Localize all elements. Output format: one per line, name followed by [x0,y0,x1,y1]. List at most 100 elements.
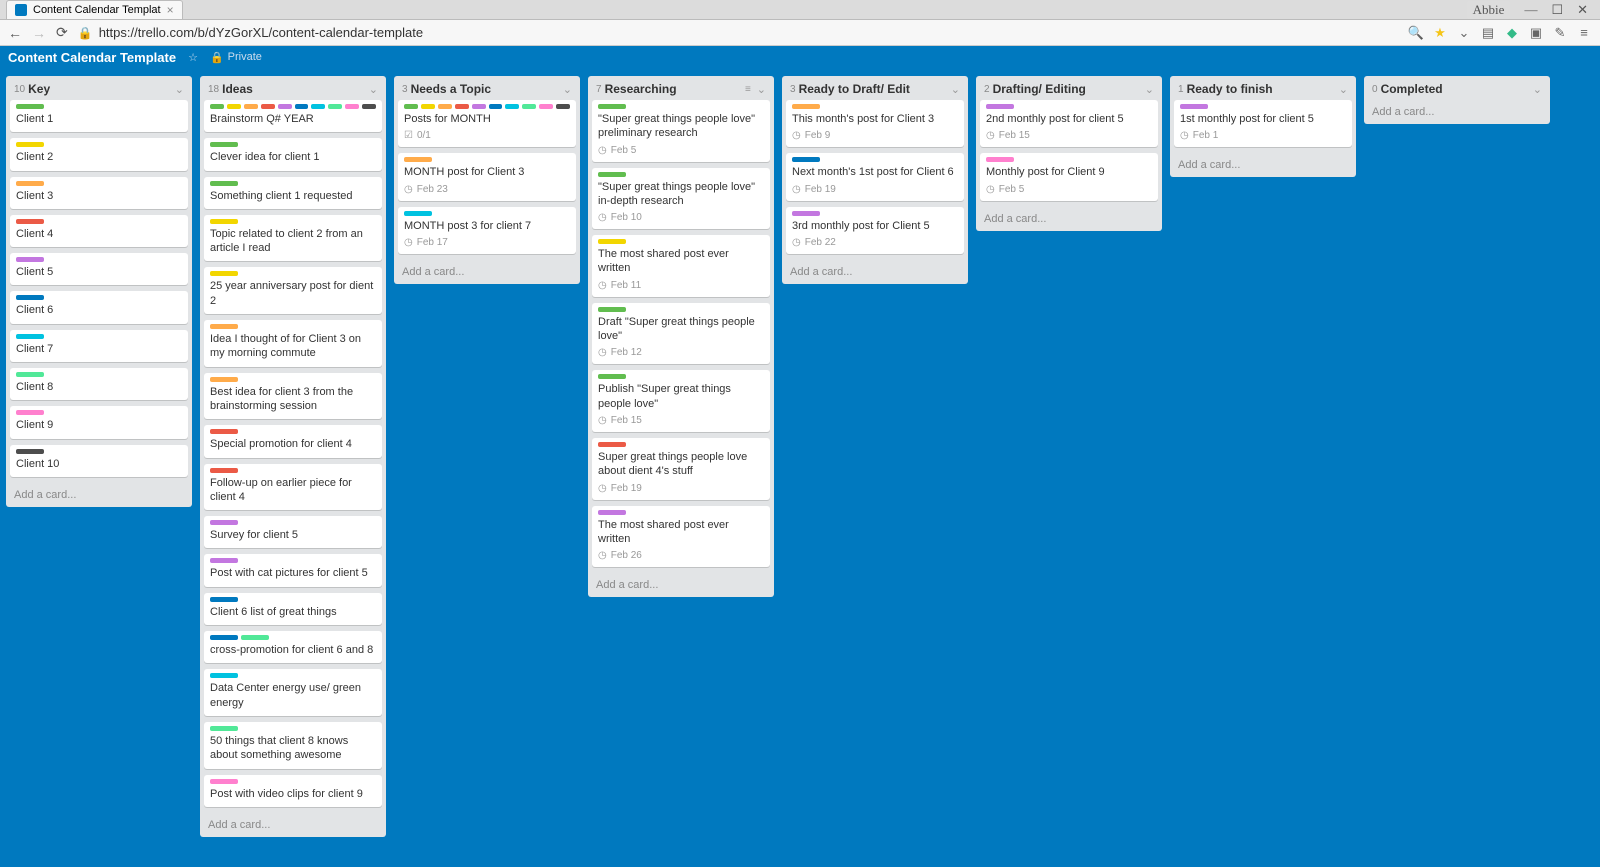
list-menu-icon[interactable]: ⌄ [951,83,960,96]
list-menu-icon[interactable]: ⌄ [1339,83,1348,96]
add-card-button[interactable]: Add a card... [394,260,580,284]
close-window-icon[interactable]: ✕ [1577,2,1588,18]
star-board-icon[interactable]: ☆ [188,51,198,64]
board-title[interactable]: Content Calendar Template [8,50,176,65]
browser-tab[interactable]: Content Calendar Templat × [6,0,183,19]
card[interactable]: Data Center energy use/ green energy [204,669,382,716]
back-icon[interactable]: ← [8,25,22,41]
url-bar[interactable]: 🔒 https://trello.com/b/dYzGorXL/content-… [78,25,1398,40]
add-card-button[interactable]: Add a card... [6,483,192,507]
ext3-icon[interactable]: ▣ [1528,25,1544,41]
card[interactable]: Client 4 [10,215,188,247]
card[interactable]: Clever idea for client 1 [204,138,382,170]
card[interactable]: 3rd monthly post for Client 5◷Feb 22 [786,207,964,254]
board[interactable]: 10Key⌄Client 1 Client 2 Client 3 Client 4 Cl… [0,68,1600,867]
card[interactable]: Client 7 [10,330,188,362]
card-title: Special promotion for client 4 [210,437,376,451]
card[interactable]: Monthly post for Client 9◷Feb 5 [980,153,1158,200]
card[interactable]: Post with cat pictures for client 5 [204,554,382,586]
list-header[interactable]: 1Ready to finish⌄ [1170,76,1356,100]
card[interactable]: 1st monthly post for client 5◷Feb 1 [1174,100,1352,147]
privacy-indicator[interactable]: 🔒 Private [210,51,262,64]
list-title[interactable]: Key [28,82,175,96]
card[interactable]: Draft "Super great things people love"◷F… [592,303,770,365]
card[interactable]: Client 6 list of great things [204,593,382,625]
add-card-button[interactable]: Add a card... [200,813,386,837]
card[interactable]: Next month's 1st post for Client 6◷Feb 1… [786,153,964,200]
reload-icon[interactable]: ⟳ [56,24,68,41]
list-header[interactable]: 3Needs a Topic⌄ [394,76,580,100]
list-header[interactable]: 3Ready to Draft/ Edit⌄ [782,76,968,100]
star-icon[interactable]: ★ [1432,25,1448,41]
card[interactable]: Something client 1 requested [204,177,382,209]
ext2-icon[interactable]: ◆ [1504,25,1520,41]
extension-icons: 🔍 ★ ⌄ ▤ ◆ ▣ ✎ ≡ [1408,25,1592,41]
evernote-icon[interactable]: ✎ [1552,25,1568,41]
list-menu-icon[interactable]: ⌄ [1145,83,1154,96]
card[interactable]: Client 3 [10,177,188,209]
list-title[interactable]: Needs a Topic [411,82,563,96]
card[interactable]: This month's post for Client 3◷Feb 9 [786,100,964,147]
list-title[interactable]: Researching [605,82,745,96]
card[interactable]: The most shared post ever written◷Feb 26 [592,506,770,568]
card[interactable]: Survey for client 5 [204,516,382,548]
card[interactable]: Idea I thought of for Client 3 on my mor… [204,320,382,367]
menu-icon[interactable]: ≡ [1576,25,1592,41]
user-badge[interactable]: Abbie [1467,1,1511,19]
zoom-icon[interactable]: 🔍 [1408,25,1424,41]
add-card-button[interactable]: Add a card... [588,573,774,597]
list-extra-icon[interactable]: ≡ [745,84,751,95]
card[interactable]: "Super great things people love" in-dept… [592,168,770,230]
list-header[interactable]: 2Drafting/ Editing⌄ [976,76,1162,100]
list-header[interactable]: 0Completed⌄ [1364,76,1550,100]
list-menu-icon[interactable]: ⌄ [563,83,572,96]
forward-icon[interactable]: → [32,25,46,41]
label-purple [598,510,626,515]
add-card-button[interactable]: Add a card... [1364,100,1550,124]
list-header[interactable]: 7Researching≡⌄ [588,76,774,100]
list-menu-icon[interactable]: ⌄ [1533,83,1542,96]
card[interactable]: "Super great things people love" prelimi… [592,100,770,162]
card[interactable]: Client 2 [10,138,188,170]
list-title[interactable]: Ready to finish [1187,82,1339,96]
card[interactable]: Follow-up on earlier piece for client 4 [204,464,382,511]
add-card-button[interactable]: Add a card... [1170,153,1356,177]
card[interactable]: 25 year anniversary post for dient 2 [204,267,382,314]
card[interactable]: Publish "Super great things people love"… [592,370,770,432]
card[interactable]: Super great things people love about die… [592,438,770,500]
list-menu-icon[interactable]: ⌄ [757,83,766,96]
card[interactable]: Topic related to client 2 from an articl… [204,215,382,262]
minimize-icon[interactable]: — [1524,2,1537,18]
card[interactable]: Client 8 [10,368,188,400]
add-card-button[interactable]: Add a card... [782,260,968,284]
list-header[interactable]: 18Ideas⌄ [200,76,386,100]
list-header[interactable]: 10Key⌄ [6,76,192,100]
add-card-button[interactable]: Add a card... [976,207,1162,231]
card[interactable]: MONTH post 3 for client 7◷Feb 17 [398,207,576,254]
card[interactable]: Brainstorm Q# YEAR [204,100,382,132]
close-tab-icon[interactable]: × [167,3,174,17]
pocket-icon[interactable]: ⌄ [1456,25,1472,41]
card[interactable]: Client 10 [10,445,188,477]
card[interactable]: Client 1 [10,100,188,132]
card[interactable]: Post with video clips for client 9 [204,775,382,807]
maximize-icon[interactable]: ☐ [1551,2,1563,18]
list-title[interactable]: Ready to Draft/ Edit [799,82,951,96]
card[interactable]: 50 things that client 8 knows about some… [204,722,382,769]
list-title[interactable]: Ideas [222,82,369,96]
list-title[interactable]: Completed [1381,82,1533,96]
card[interactable]: MONTH post for Client 3◷Feb 23 [398,153,576,200]
card[interactable]: Client 5 [10,253,188,285]
card[interactable]: 2nd monthly post for client 5◷Feb 15 [980,100,1158,147]
card[interactable]: The most shared post ever written◷Feb 11 [592,235,770,297]
card[interactable]: Client 9 [10,406,188,438]
card[interactable]: Special promotion for client 4 [204,425,382,457]
card[interactable]: Posts for MONTH☑0/1 [398,100,576,147]
list-menu-icon[interactable]: ⌄ [369,83,378,96]
card[interactable]: Best idea for client 3 from the brainsto… [204,373,382,420]
list-menu-icon[interactable]: ⌄ [175,83,184,96]
card[interactable]: cross-promotion for client 6 and 8 [204,631,382,663]
list-title[interactable]: Drafting/ Editing [993,82,1145,96]
ext1-icon[interactable]: ▤ [1480,25,1496,41]
card[interactable]: Client 6 [10,291,188,323]
